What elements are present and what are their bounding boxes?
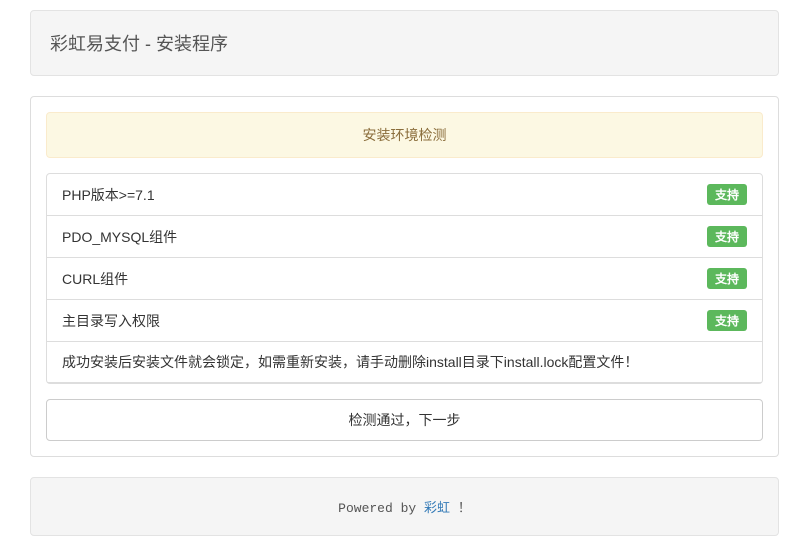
- check-label: PDO_MYSQL组件: [62, 227, 177, 247]
- page-title: 彩虹易支付 - 安装程序: [50, 30, 759, 56]
- footer-link[interactable]: 彩虹: [424, 501, 450, 516]
- check-list: PHP版本>=7.1 支持 PDO_MYSQL组件 支持 CURL组件 支持 主…: [46, 173, 763, 384]
- check-label: PHP版本>=7.1: [62, 185, 155, 205]
- footer-suffix: ！: [450, 501, 471, 516]
- env-check-alert: 安装环境检测: [46, 112, 763, 158]
- footer-well: Powered by 彩虹 ！: [30, 477, 779, 536]
- footer-prefix: Powered by: [338, 501, 424, 516]
- install-notice: 成功安装后安装文件就会锁定，如需重新安装，请手动删除install目录下inst…: [47, 342, 762, 383]
- check-label: 主目录写入权限: [62, 311, 160, 331]
- page-container: 彩虹易支付 - 安装程序 安装环境检测 PHP版本>=7.1 支持 PDO_MY…: [0, 0, 809, 546]
- panel-body: 安装环境检测 PHP版本>=7.1 支持 PDO_MYSQL组件 支持 CURL…: [31, 97, 778, 456]
- check-item-write: 主目录写入权限 支持: [47, 300, 762, 342]
- check-item-pdo: PDO_MYSQL组件 支持: [47, 216, 762, 258]
- next-step-button[interactable]: 检测通过，下一步: [46, 399, 763, 441]
- check-label: CURL组件: [62, 269, 128, 289]
- install-panel: 安装环境检测 PHP版本>=7.1 支持 PDO_MYSQL组件 支持 CURL…: [30, 96, 779, 457]
- check-item-curl: CURL组件 支持: [47, 258, 762, 300]
- status-badge: 支持: [707, 268, 747, 289]
- status-badge: 支持: [707, 184, 747, 205]
- check-item-php: PHP版本>=7.1 支持: [47, 174, 762, 216]
- header-well: 彩虹易支付 - 安装程序: [30, 10, 779, 76]
- status-badge: 支持: [707, 226, 747, 247]
- status-badge: 支持: [707, 310, 747, 331]
